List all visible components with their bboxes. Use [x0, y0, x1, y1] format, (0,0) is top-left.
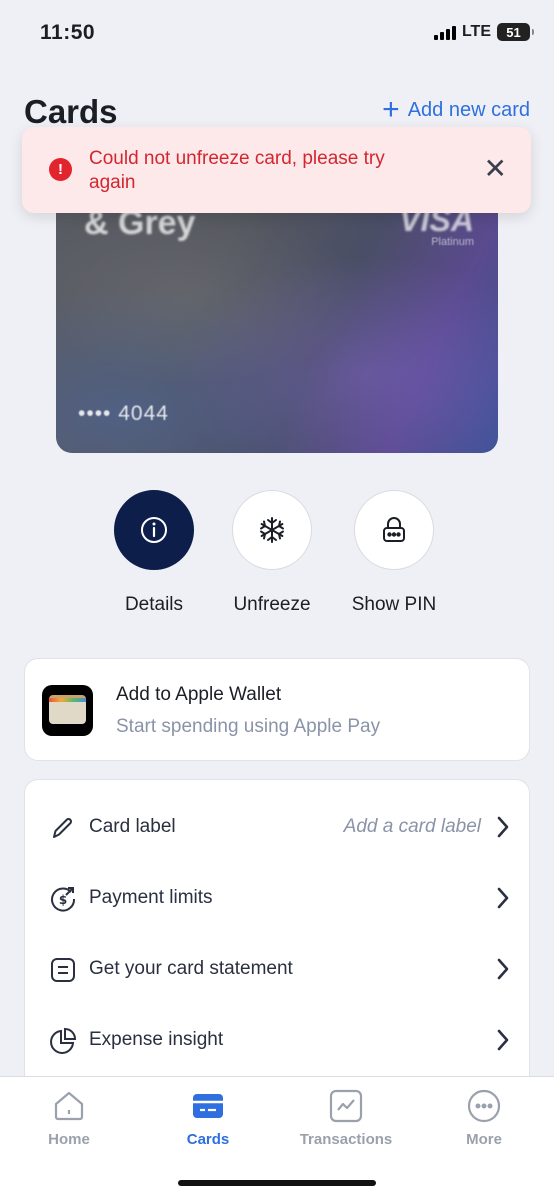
- add-to-apple-wallet[interactable]: Add to Apple Wallet Start spending using…: [24, 658, 530, 761]
- details-label: Details: [124, 594, 184, 615]
- show-pin-button[interactable]: Show PIN: [329, 490, 459, 616]
- details-button[interactable]: Details: [89, 490, 219, 616]
- payment-limits-row[interactable]: $ Payment limits: [25, 863, 529, 934]
- network-label: LTE: [461, 23, 491, 40]
- card-settings-list: Card label Add a card label $ Payment li…: [24, 779, 530, 1099]
- payment-limits-text: Payment limits: [89, 887, 213, 908]
- pie-chart-icon: [49, 1027, 77, 1055]
- lock-icon: [354, 490, 434, 570]
- show-pin-label: Show PIN: [351, 594, 437, 615]
- tab-transactions[interactable]: Transactions: [286, 1089, 406, 1148]
- tab-transactions-label: Transactions: [299, 1131, 393, 1148]
- expense-insight-text: Expense insight: [89, 1029, 224, 1050]
- tab-home[interactable]: Home: [9, 1089, 129, 1148]
- transactions-icon: [329, 1089, 363, 1123]
- card-label-value: Add a card label: [343, 816, 481, 837]
- chevron-right-icon: [497, 887, 509, 909]
- chevron-right-icon: [497, 1029, 509, 1051]
- plus-icon: +: [382, 93, 400, 126]
- toast-message: Could not unfreeze card, please try agai…: [89, 148, 385, 193]
- svg-text:$: $: [59, 893, 67, 907]
- status-indicators: LTE 51: [433, 23, 534, 41]
- card-label-row[interactable]: Card label Add a card label: [25, 792, 529, 863]
- tab-home-label: Home: [48, 1131, 90, 1148]
- wallet-subtitle: Start spending using Apple Pay: [116, 716, 381, 737]
- info-icon: [114, 490, 194, 570]
- home-indicator: [178, 1180, 376, 1186]
- unfreeze-button[interactable]: Unfreeze: [207, 490, 337, 616]
- tab-more[interactable]: More: [424, 1089, 544, 1148]
- status-bar: 11:50 LTE 51: [0, 0, 554, 70]
- snowflake-icon: [232, 490, 312, 570]
- card-tier: Platinum: [431, 236, 474, 248]
- battery-icon: 51: [497, 23, 534, 41]
- status-time: 11:50: [40, 21, 96, 44]
- expense-insight-row[interactable]: Expense insight: [25, 1005, 529, 1076]
- error-icon: !: [49, 158, 72, 181]
- more-icon: [467, 1089, 501, 1123]
- error-toast: ! Could not unfreeze card, please try ag…: [22, 127, 531, 213]
- add-new-card-label: Add new card: [407, 98, 530, 121]
- battery-level: 51: [506, 24, 521, 40]
- chevron-right-icon: [497, 958, 509, 980]
- statement-icon: [49, 956, 77, 984]
- unfreeze-label: Unfreeze: [233, 594, 311, 615]
- pencil-icon: [49, 814, 77, 842]
- apple-wallet-icon: [42, 685, 93, 736]
- card-masked-number: •••• 4044: [78, 402, 169, 425]
- close-icon[interactable]: ✕: [484, 154, 507, 184]
- card-icon: [191, 1089, 225, 1123]
- tab-more-label: More: [466, 1131, 502, 1148]
- card-label-text: Card label: [89, 816, 176, 837]
- tab-cards-label: Cards: [186, 1131, 230, 1148]
- card-statement-row[interactable]: Get your card statement: [25, 934, 529, 1005]
- page-title: Cards: [24, 93, 118, 130]
- add-new-card-button[interactable]: + Add new card: [382, 93, 530, 126]
- tab-cards[interactable]: Cards: [148, 1089, 268, 1148]
- chevron-right-icon: [497, 816, 509, 838]
- wallet-title: Add to Apple Wallet: [116, 684, 282, 705]
- card-actions: Details Unfreeze Show PIN: [0, 490, 554, 620]
- card-statement-text: Get your card statement: [89, 958, 293, 979]
- signal-icon: [433, 25, 456, 40]
- card-image[interactable]: & Grey VISA Platinum •••• 4044: [56, 190, 498, 453]
- home-icon: [52, 1089, 86, 1123]
- dollar-cycle-icon: $: [49, 885, 77, 913]
